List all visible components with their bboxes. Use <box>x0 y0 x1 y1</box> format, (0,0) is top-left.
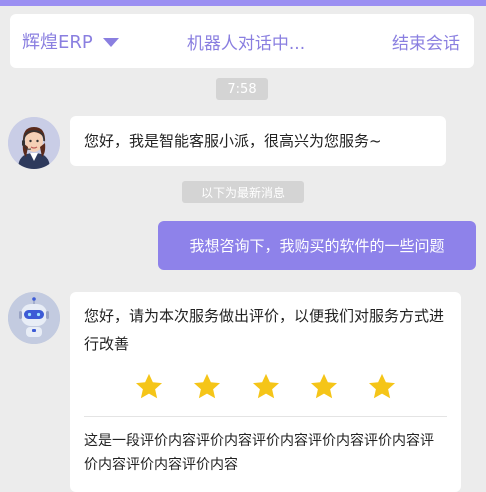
rating-prompt-text: 您好，请为本次服务做出评价，以便我们对服务方式进行改善 <box>84 307 445 353</box>
star-icon[interactable] <box>309 372 339 402</box>
agent-greeting-text: 您好，我是智能客服小派，很高兴为您服务~ <box>84 132 382 150</box>
brand-label: 辉煌ERP <box>22 32 93 53</box>
star-icon[interactable] <box>134 372 164 402</box>
robot-avatar <box>8 292 60 344</box>
rating-divider <box>84 416 447 417</box>
agent-greeting-bubble: 您好，我是智能客服小派，很高兴为您服务~ <box>70 116 446 166</box>
caret-down-icon <box>102 37 119 47</box>
new-messages-divider: 以下为最新消息 <box>182 181 304 203</box>
chat-header: 辉煌ERP 机器人对话中... 结束会话 <box>10 14 474 68</box>
star-icon[interactable] <box>251 372 281 402</box>
star-icon[interactable] <box>192 372 222 402</box>
rating-stars <box>134 372 397 402</box>
user-message-text: 我想咨询下，我购买的软件的一些问题 <box>189 237 445 255</box>
agent-avatar <box>8 117 60 169</box>
star-icon[interactable] <box>367 372 397 402</box>
rating-comment-text: 这是一段评价内容评价内容评价内容评价内容评价内容评价内容评价内容评价内容 <box>84 433 434 473</box>
rating-request-bubble: 您好，请为本次服务做出评价，以便我们对服务方式进行改善 这是一段评价内容评价内容… <box>70 292 461 492</box>
end-session-button[interactable]: 结束会话 <box>392 14 460 68</box>
brand-selector[interactable]: 辉煌ERP <box>22 14 119 68</box>
user-message-bubble: 我想咨询下，我购买的软件的一些问题 <box>158 221 476 270</box>
top-accent-bar <box>0 0 486 6</box>
session-status: 机器人对话中... <box>186 33 306 54</box>
message-timestamp: 7:58 <box>216 78 268 100</box>
